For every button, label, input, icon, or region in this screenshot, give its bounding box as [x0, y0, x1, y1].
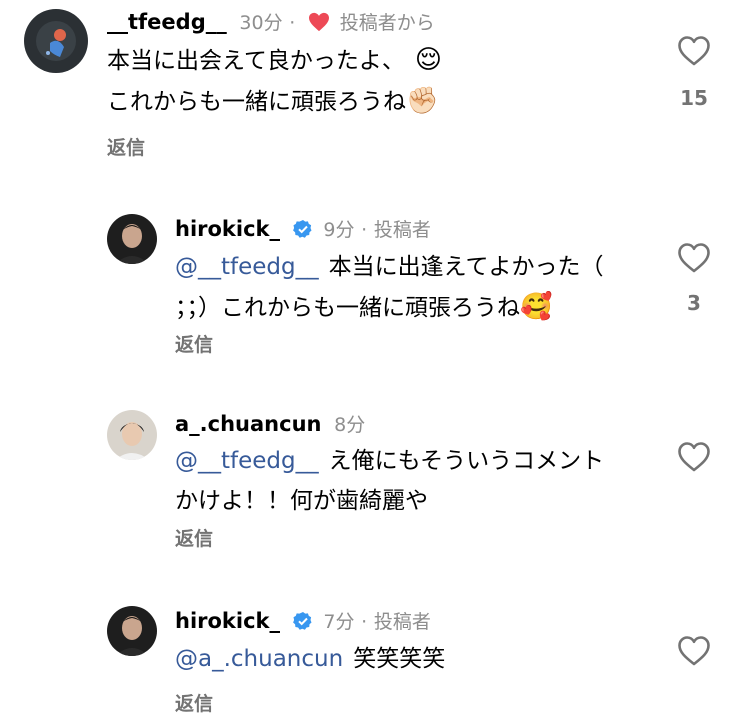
verified-badge-icon [292, 612, 312, 630]
like-count: 15 [680, 86, 708, 110]
comment-line: 本当に出会えて良かったよ、 [107, 48, 405, 74]
comment-line: かけよ！！何が歯綺麗や [175, 488, 428, 514]
author-badge: 投稿者 [373, 611, 431, 633]
comment: __tfeedg__ 30分 · 投稿者から 本当に出会えて良かったよ、 😌 これ… [0, 0, 750, 180]
separator: · [361, 611, 368, 633]
liked-by-author-heart-icon [309, 12, 330, 32]
reply-comment: a_.chuancun 8分 @__tfeedg__ え俺にもそういうコメント か… [0, 400, 750, 570]
reply-button[interactable]: 返信 [107, 133, 145, 160]
avatar[interactable] [107, 214, 157, 264]
relieved-face-emoji: 😌 [414, 45, 442, 75]
heart-icon[interactable] [677, 242, 711, 274]
avatar[interactable] [24, 9, 88, 73]
username[interactable]: __tfeedg__ [107, 10, 227, 34]
like-count: 3 [687, 291, 701, 315]
comment-text: @__tfeedg__ え俺にもそういうコメント かけよ！！何が歯綺麗や [175, 441, 604, 521]
timestamp: 30分 [239, 12, 283, 34]
fist-emoji: ✊🏻 [406, 86, 439, 116]
comment-header: hirokick_ 7分 · 投稿者 [175, 607, 431, 636]
separator: · [361, 219, 368, 241]
liked-by-author-label: 投稿者から [339, 12, 435, 34]
comment-line: 笑笑笑笑 [353, 646, 446, 672]
author-badge: 投稿者 [373, 219, 431, 241]
comment-line: これからも一緒に頑張ろうね [107, 89, 406, 115]
comment-header: __tfeedg__ 30分 · 投稿者から [107, 8, 435, 37]
reply-button[interactable]: 返信 [175, 330, 213, 357]
comment-line: ；；）これからも一緒に頑張ろうね [175, 295, 520, 321]
mention-link[interactable]: @__tfeedg__ [175, 254, 319, 280]
reply-comment: hirokick_ 9分 · 投稿者 @__tfeedg__ 本当に出逢えてよかっ… [0, 200, 750, 380]
reply-comment: hirokick_ 7分 · 投稿者 @a_.chuancun 笑笑笑笑 返信 [0, 595, 750, 723]
username[interactable]: a_.chuancun [175, 412, 321, 436]
comment-line: え俺にもそういうコメント [328, 448, 605, 474]
reply-button[interactable]: 返信 [175, 689, 213, 716]
smiling-hearts-emoji: 🥰 [520, 292, 553, 322]
comment-text: @__tfeedg__ 本当に出逢えてよかった（ ；；）これからも一緒に頑張ろうね… [175, 247, 603, 328]
comment-text: 本当に出会えて良かったよ、 😌 これからも一緒に頑張ろうね✊🏻 [107, 40, 442, 122]
avatar[interactable] [107, 410, 157, 460]
comment-text: @a_.chuancun 笑笑笑笑 [175, 639, 445, 679]
verified-badge-icon [292, 220, 312, 238]
mention-link[interactable]: @a_.chuancun [175, 646, 343, 672]
heart-icon[interactable] [677, 635, 711, 667]
comment-line: 本当に出逢えてよかった（ [328, 254, 604, 280]
timestamp: 7分 [323, 611, 355, 633]
avatar[interactable] [107, 606, 157, 656]
separator: · [289, 12, 296, 34]
heart-icon[interactable] [677, 35, 711, 67]
reply-button[interactable]: 返信 [175, 524, 213, 551]
comment-header: a_.chuancun 8分 [175, 410, 365, 439]
timestamp: 8分 [334, 414, 366, 436]
username[interactable]: hirokick_ [175, 609, 280, 633]
username[interactable]: hirokick_ [175, 217, 280, 241]
comment-header: hirokick_ 9分 · 投稿者 [175, 215, 431, 244]
mention-link[interactable]: @__tfeedg__ [175, 448, 319, 474]
heart-icon[interactable] [677, 441, 711, 473]
timestamp: 9分 [323, 219, 355, 241]
